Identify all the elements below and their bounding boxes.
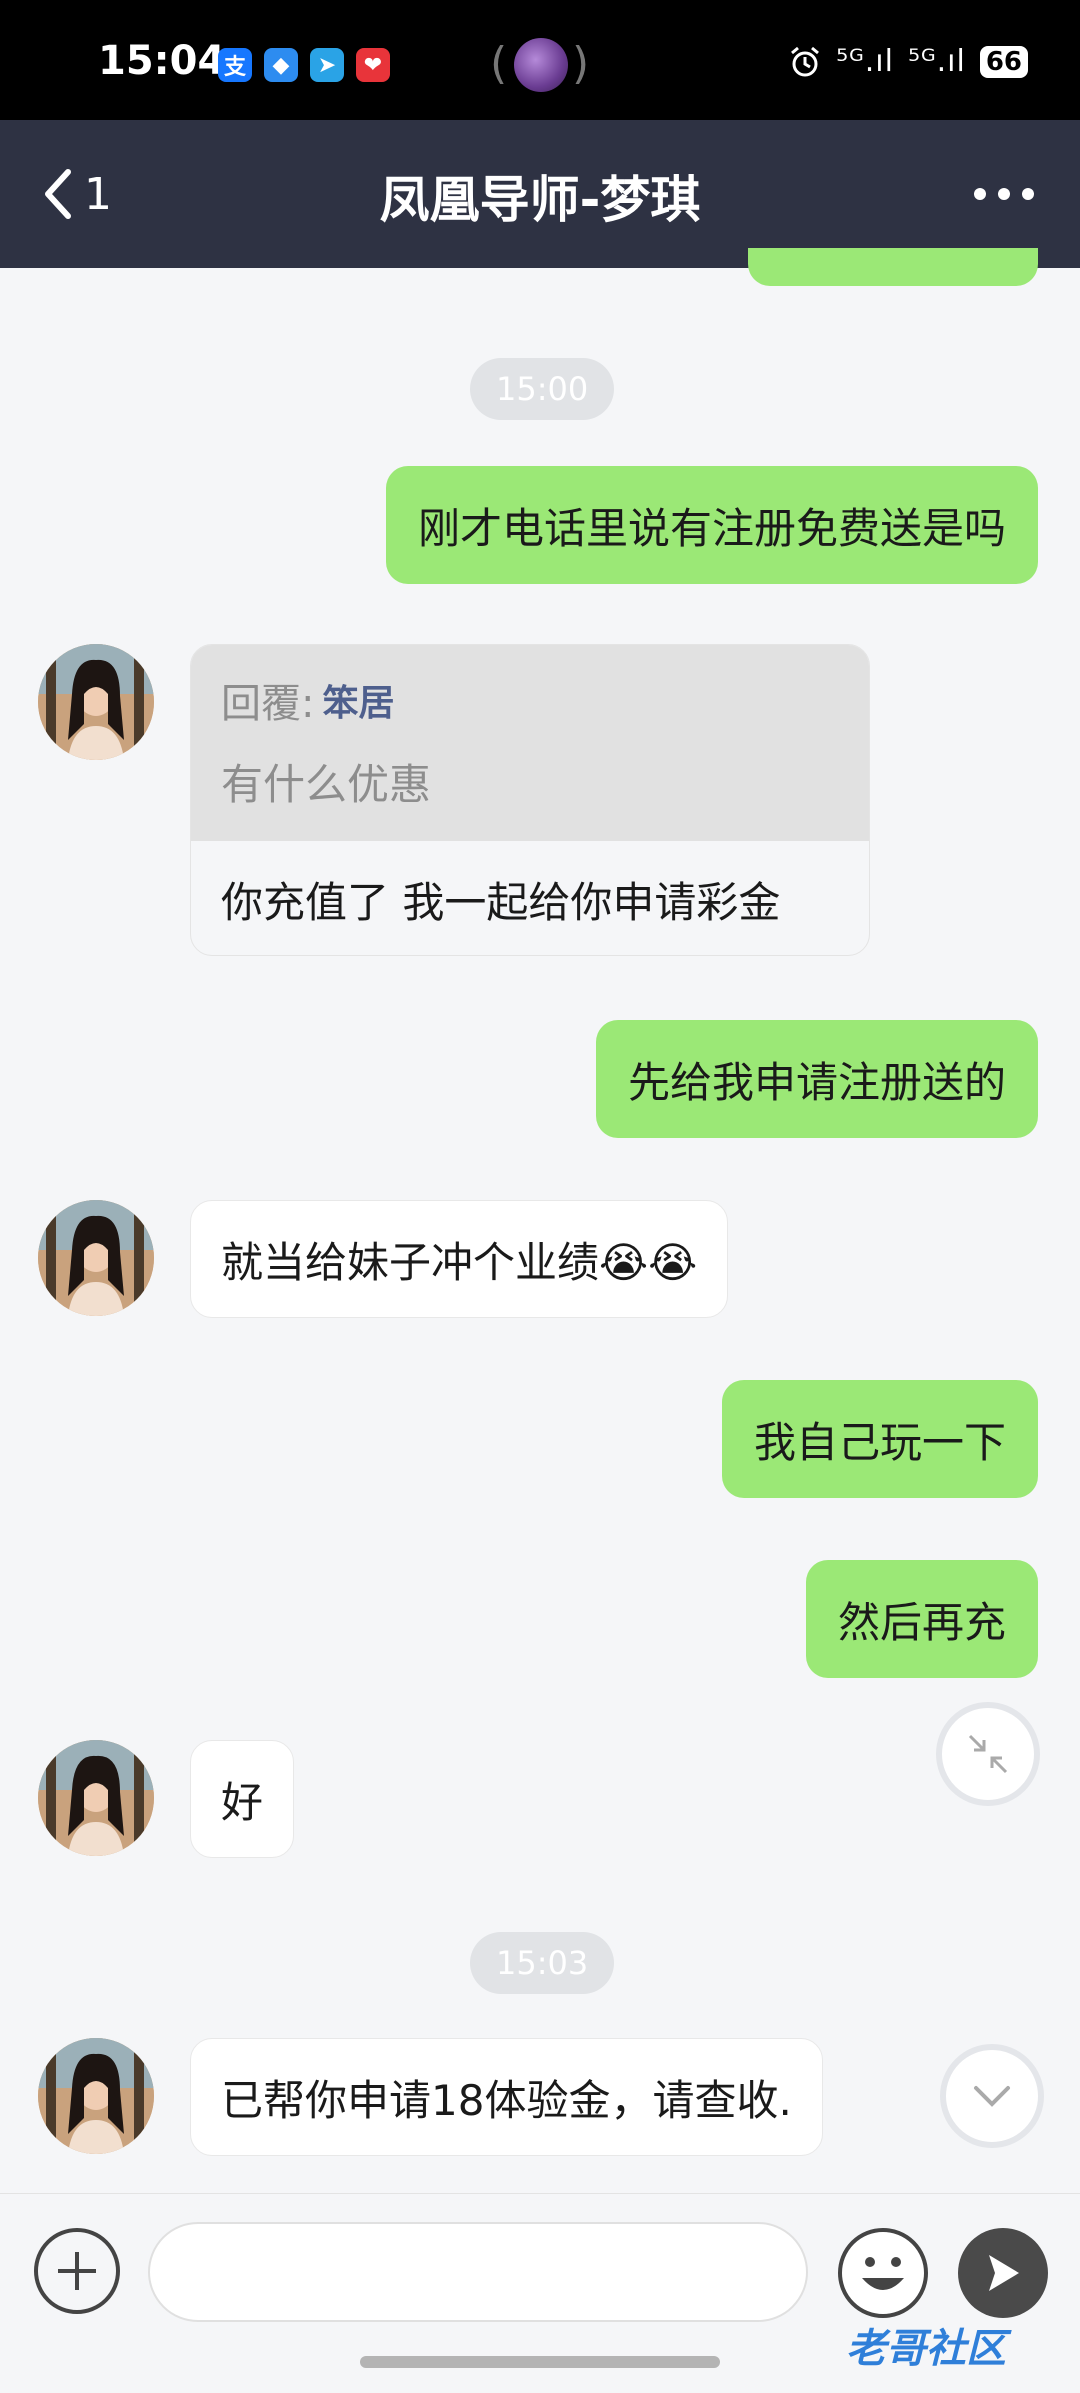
timestamp: 15:03 [470, 1932, 615, 1994]
avatar[interactable] [38, 1200, 154, 1316]
message-input[interactable] [148, 2222, 808, 2322]
avatar[interactable] [38, 644, 154, 760]
chevron-down-icon [974, 2086, 1010, 2107]
previous-message-bubble [748, 248, 1038, 286]
reply-text: 你充值了 我一起给你申请彩金 [221, 878, 781, 927]
status-time: 15:04 [98, 38, 226, 84]
recording-avatar-icon [514, 38, 568, 92]
send-arrow-icon [989, 2255, 1019, 2291]
avatar-image [38, 644, 154, 760]
more-dots-icon [974, 188, 986, 200]
blue-note-icon: ◆ [264, 48, 298, 82]
outgoing-message[interactable]: 然后再充 [805, 1560, 1038, 1678]
avatar[interactable] [38, 2038, 154, 2154]
incoming-message[interactable]: 已帮你申请18体验金，请查收. [190, 2038, 823, 2156]
avatar-image [38, 1200, 154, 1316]
notification-icons: 支 ◆ ➤ ❤ [218, 48, 390, 82]
quoted-message[interactable]: 回覆: 笨居 有什么优惠 [191, 645, 869, 841]
reply-message[interactable]: 回覆: 笨居 有什么优惠 你充值了 我一起给你申请彩金 [190, 644, 870, 956]
smiley-icon [862, 2257, 904, 2290]
chat-title: 凤凰导师-梦琪 [379, 171, 701, 229]
scroll-to-bottom-button[interactable] [940, 2044, 1044, 2148]
status-bar: 15:04 支 ◆ ➤ ❤ ( ) ⁵ᴳ.ıl ⁵ᴳ.ıl 66 [0, 0, 1080, 120]
incoming-message[interactable]: 就当给妹子冲个业绩😭😭 [190, 1200, 729, 1318]
more-options-button[interactable] [974, 176, 1034, 212]
attach-button[interactable] [34, 2228, 120, 2314]
battery-icon: 66 [979, 45, 1028, 78]
collapse-button[interactable] [936, 1702, 1040, 1806]
message-list[interactable]: 15:00 刚才电话里说有注册免费送是吗 回覆: 笨居 有什么优惠 你充值了 我… [0, 248, 1080, 2193]
alipay-icon: 支 [218, 48, 252, 82]
avatar[interactable] [38, 1740, 154, 1856]
camera-indicator: ( ) [490, 36, 590, 96]
signal-5g-icon-2: ⁵ᴳ.ıl [907, 44, 966, 79]
chat-header: 1 凤凰导师-梦琪 [0, 120, 1080, 268]
outgoing-message[interactable]: 刚才电话里说有注册免费送是吗 [385, 466, 1038, 584]
watermark-logo: 老哥社区 [846, 2326, 1006, 2372]
reply-username: 笨居 [322, 683, 395, 724]
signal-5g-icon: ⁵ᴳ.ıl [836, 44, 894, 79]
avatar-image [38, 1740, 154, 1856]
send-button[interactable] [958, 2228, 1048, 2318]
home-indicator[interactable] [360, 2356, 720, 2368]
heart-app-icon: ❤ [356, 48, 390, 82]
shrink-arrows-icon [968, 1734, 1008, 1774]
quoted-text: 有什么优惠 [221, 760, 432, 809]
timestamp: 15:00 [470, 358, 615, 420]
emoji-button[interactable] [838, 2228, 928, 2318]
avatar-image [38, 2038, 154, 2154]
telegram-icon: ➤ [310, 48, 344, 82]
alarm-icon [791, 46, 820, 76]
outgoing-message[interactable]: 先给我申请注册送的 [595, 1020, 1038, 1138]
reply-prefix: 回覆: [221, 681, 315, 727]
incoming-message[interactable]: 好 [190, 1740, 295, 1858]
system-status: ⁵ᴳ.ıl ⁵ᴳ.ıl 66 [788, 44, 1028, 79]
outgoing-message[interactable]: 我自己玩一下 [721, 1380, 1038, 1498]
plus-icon [58, 2252, 96, 2290]
